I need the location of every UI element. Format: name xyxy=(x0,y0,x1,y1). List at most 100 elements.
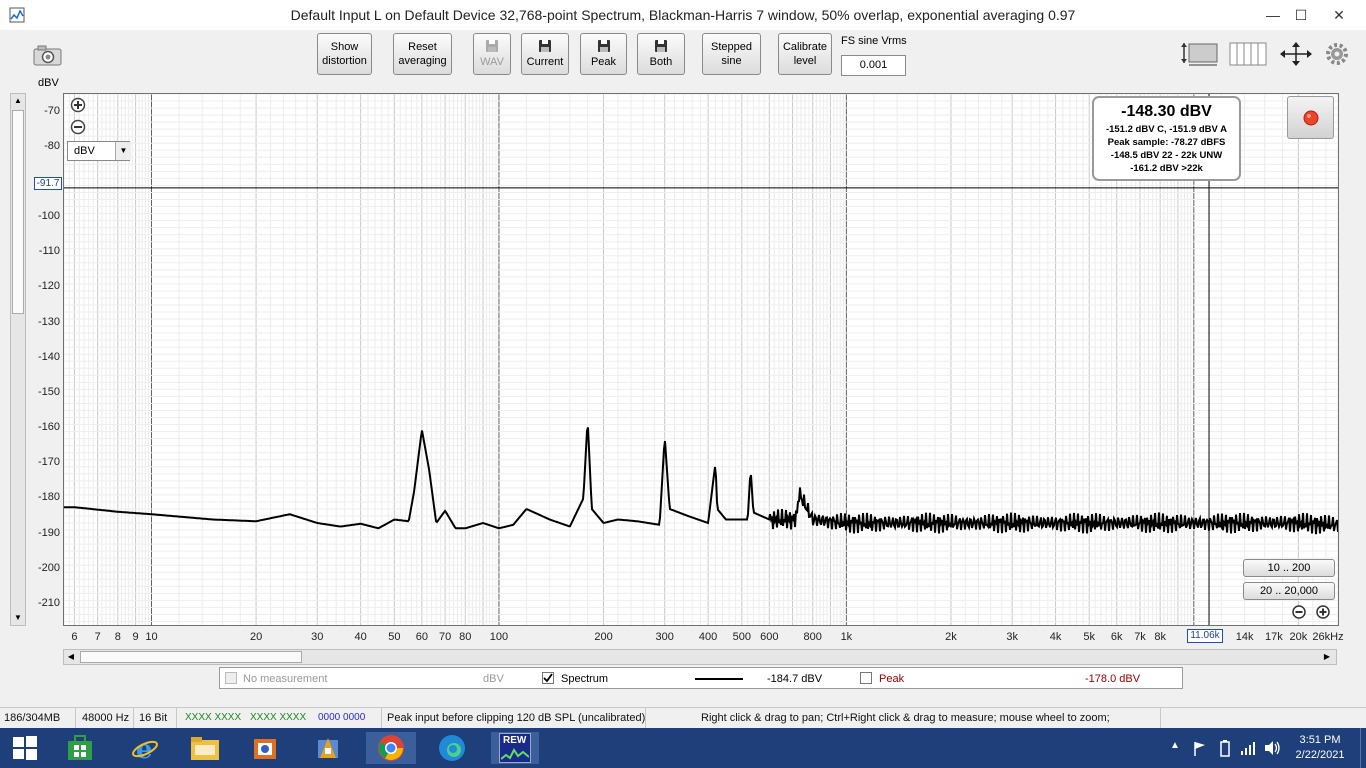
taskbar-app-2[interactable] xyxy=(308,732,348,764)
x-tick-label: 20k xyxy=(1289,631,1308,643)
status-divider xyxy=(75,708,76,728)
fs-sine-input[interactable]: 0.001 xyxy=(841,55,906,76)
chevron-down-icon[interactable]: ▼ xyxy=(115,142,131,160)
window-title: Default Input L on Default Device 32,768… xyxy=(290,7,1076,23)
taskbar-store[interactable] xyxy=(60,732,100,764)
save-current-button[interactable]: Current xyxy=(521,33,569,75)
x-tick-label: 5k xyxy=(1083,631,1096,643)
taskbar-rew[interactable]: REW xyxy=(491,732,539,764)
zoom-in-icon[interactable] xyxy=(70,97,86,113)
y-tick-label: -210 xyxy=(37,596,60,609)
scroll-up-icon[interactable]: ▲ xyxy=(11,94,25,108)
horizontal-scroll-thumb[interactable] xyxy=(80,651,302,663)
app-tools-icon xyxy=(318,738,338,758)
record-indicator-button[interactable] xyxy=(1287,96,1334,139)
y-tick-label: -170 xyxy=(37,456,60,469)
scroll-down-icon[interactable]: ▼ xyxy=(11,611,25,625)
taskbar-edge[interactable] xyxy=(432,732,472,764)
y-tick-label: -110 xyxy=(38,245,60,258)
spectrum-legend-label: Spectrum xyxy=(561,673,609,685)
vertical-scroll-thumb[interactable] xyxy=(12,110,24,314)
y-tick-label: -190 xyxy=(37,526,60,539)
wav-button[interactable]: WAV xyxy=(473,33,511,75)
y-axis-unit: dBV xyxy=(38,77,59,89)
x-tick-label: 10 xyxy=(145,631,158,643)
camera-icon[interactable] xyxy=(33,44,63,66)
tray-clock[interactable]: 3:51 PM 2/22/2021 xyxy=(1290,733,1350,763)
cursor-readout: -148.30 dBV -151.2 dBV C, -151.9 dBV A P… xyxy=(1092,96,1241,181)
taskbar-file-explorer[interactable] xyxy=(185,732,225,764)
status-divider xyxy=(1160,708,1161,728)
vertical-scrollbar[interactable]: ▲ ▼ xyxy=(10,93,26,626)
clock-date: 2/22/2021 xyxy=(1295,749,1345,761)
stepped-sine-label: Stepped sine xyxy=(711,41,752,67)
show-distortion-button[interactable]: Show distortion xyxy=(317,33,372,75)
save-peak-button[interactable]: Peak xyxy=(580,33,627,75)
x-zoom-in-icon[interactable] xyxy=(1316,605,1330,619)
status-divider xyxy=(133,708,134,728)
x-tick-label: 17k xyxy=(1265,631,1283,643)
readout-line-3: -148.5 dBV 22 - 22k UNW xyxy=(1110,150,1223,161)
peak-legend-value: -178.0 dBV xyxy=(1085,673,1141,685)
readout-line-4: -161.2 dBV >22k xyxy=(1130,163,1203,174)
x-tick-label: 2k xyxy=(945,631,957,643)
y-tick-label: -200 xyxy=(37,561,60,574)
y-tick-label: -80 xyxy=(44,139,60,152)
x-tick-label: 60 xyxy=(415,631,428,643)
zoom-out-icon[interactable] xyxy=(70,119,86,135)
no-measurement-checkbox[interactable] xyxy=(225,672,237,684)
x-tick-label: 200 xyxy=(594,631,613,643)
scroll-left-icon[interactable]: ◀ xyxy=(64,650,78,664)
x-zoom-out-icon[interactable] xyxy=(1292,605,1306,619)
rew-graph-icon xyxy=(501,748,529,760)
peak-checkbox[interactable] xyxy=(860,672,872,684)
status-bar: 186/304MB 48000 Hz 16 Bit XXXX XXXX XXXX… xyxy=(0,707,1366,729)
y-tick-label: -120 xyxy=(37,280,60,293)
tray-flag-icon[interactable] xyxy=(1193,741,1207,757)
x-tick-label: 500 xyxy=(732,631,751,643)
x-tick-label: 100 xyxy=(489,631,509,643)
scroll-right-icon[interactable]: ▶ xyxy=(1320,650,1334,664)
folder-icon xyxy=(191,737,219,760)
y-unit-select[interactable]: dBV ▼ xyxy=(67,141,131,161)
pan-arrows-icon[interactable] xyxy=(1279,41,1313,67)
save-both-button[interactable]: Both xyxy=(637,33,685,75)
graph-layout-icon[interactable] xyxy=(1181,41,1219,67)
reset-averaging-button[interactable]: Reset averaging xyxy=(393,33,452,75)
close-button[interactable]: ✕ xyxy=(1316,0,1362,30)
x-tick-label: 400 xyxy=(698,631,718,643)
settings-gear-icon[interactable] xyxy=(1325,42,1349,66)
peak-input-status: Peak input before clipping 120 dB SPL (u… xyxy=(387,712,646,724)
x-tick-label: 80 xyxy=(459,631,472,643)
y-tick-label: -160 xyxy=(37,421,60,434)
range-20-20000-button[interactable]: 20 .. 20,000 xyxy=(1243,582,1335,600)
horizontal-scrollbar[interactable]: ◀ ▶ xyxy=(63,649,1337,665)
rew-icon-label: REW xyxy=(503,735,527,746)
x-tick-label: 40 xyxy=(354,631,367,643)
taskbar-app-1[interactable] xyxy=(245,732,285,764)
x-tick-label: 1k xyxy=(840,631,853,643)
status-divider xyxy=(176,708,177,728)
range-10-200-button[interactable]: 10 .. 200 xyxy=(1243,559,1335,577)
tray-signal-icon[interactable] xyxy=(1240,740,1258,756)
spectrum-checkbox[interactable] xyxy=(542,672,554,684)
tray-chevron-icon[interactable]: ▲ xyxy=(1170,740,1180,751)
x-tick-label: 30 xyxy=(311,631,324,643)
show-distortion-label: Show distortion xyxy=(322,41,367,67)
floppy-icon xyxy=(597,39,610,52)
tray-battery-icon[interactable] xyxy=(1219,740,1231,758)
no-measurement-unit: dBV xyxy=(483,673,504,685)
y-unit-select-value: dBV xyxy=(74,145,95,157)
taskbar-internet-explorer[interactable]: e xyxy=(125,732,165,764)
taskbar-chrome[interactable] xyxy=(366,732,416,764)
show-desktop-button[interactable] xyxy=(1360,728,1366,768)
calibrate-level-button[interactable]: Calibrate level xyxy=(778,33,832,75)
stepped-sine-button[interactable]: Stepped sine xyxy=(702,33,761,75)
store-icon xyxy=(68,735,92,760)
internet-explorer-icon: e xyxy=(132,735,158,762)
columns-icon[interactable] xyxy=(1229,42,1267,66)
wav-label: WAV xyxy=(480,55,504,68)
clip-indicator-1: XXXX XXXX xyxy=(185,712,242,723)
tray-volume-icon[interactable] xyxy=(1264,740,1282,756)
start-button[interactable] xyxy=(5,732,45,764)
